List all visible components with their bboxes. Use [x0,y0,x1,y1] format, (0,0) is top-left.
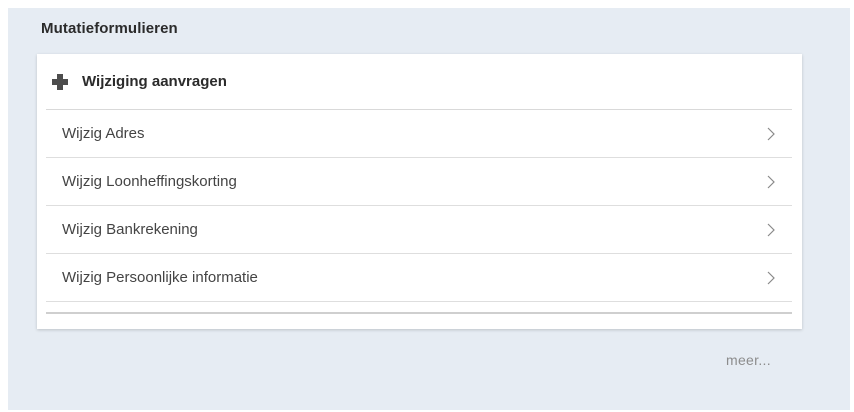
chevron-right-icon [767,271,775,284]
more-link[interactable]: meer... [726,352,771,368]
list-item-change-personal-info[interactable]: Wijzig Persoonlijke informatie [46,254,792,302]
request-change-label: Wijziging aanvragen [82,73,227,90]
list-item-change-tax-credit[interactable]: Wijzig Loonheffingskorting [46,158,792,206]
request-change-header: Wijziging aanvragen [46,54,792,110]
chevron-right-icon [767,223,775,236]
plus-icon [52,73,68,90]
panel-title: Mutatieformulieren [41,20,178,37]
chevron-right-icon [767,127,775,140]
chevron-right-icon [767,175,775,188]
card-bottom-divider [46,312,792,314]
list-item-label: Wijzig Persoonlijke informatie [62,269,258,286]
mutation-forms-panel: Mutatieformulieren Wijziging aanvragen W… [8,8,850,410]
list-item-change-address[interactable]: Wijzig Adres [46,110,792,158]
list-item-change-bank-account[interactable]: Wijzig Bankrekening [46,206,792,254]
mutation-forms-card: Wijziging aanvragen Wijzig Adres Wijzig … [37,54,802,329]
list-item-label: Wijzig Adres [62,125,145,142]
list-item-label: Wijzig Loonheffingskorting [62,173,237,190]
list-item-label: Wijzig Bankrekening [62,221,198,238]
mutation-forms-list: Wijzig Adres Wijzig Loonheffingskorting … [46,110,792,302]
